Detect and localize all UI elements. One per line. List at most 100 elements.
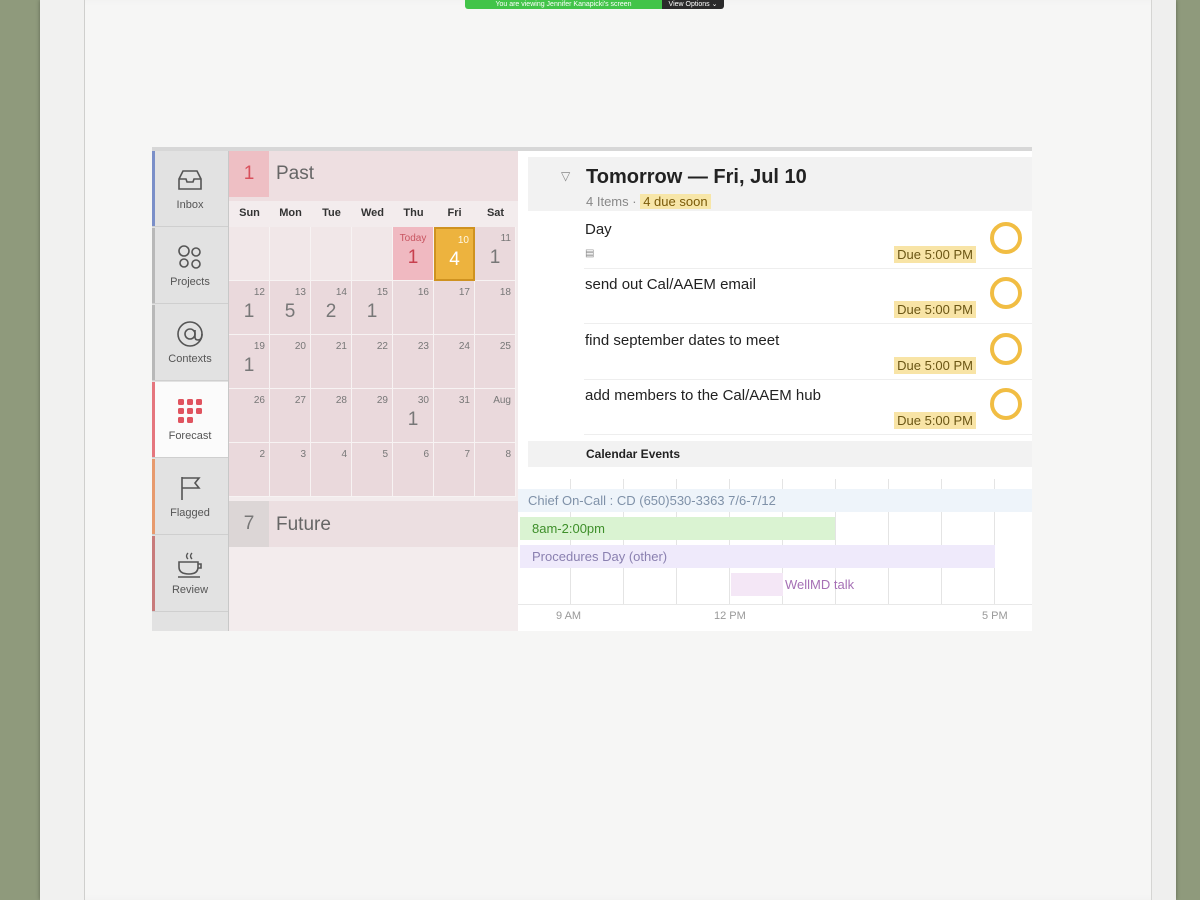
calendar-day[interactable]: 15 1 bbox=[352, 281, 393, 335]
sidebar-item-projects[interactable]: Projects bbox=[152, 228, 228, 304]
calendar-day[interactable]: Today 1 bbox=[393, 227, 434, 281]
task-name[interactable]: add members to the Cal/AAEM hub bbox=[585, 387, 821, 404]
calendar-day[interactable]: 30 1 bbox=[393, 389, 434, 443]
day-number: 3 bbox=[300, 449, 306, 460]
calendar-day[interactable]: Aug bbox=[475, 389, 516, 443]
calendar-day[interactable]: 8 bbox=[475, 443, 516, 497]
at-sign-icon bbox=[177, 321, 203, 347]
day-section-header[interactable]: ▽ Tomorrow — Fri, Jul 10 4 Items · 4 due… bbox=[528, 157, 1032, 211]
weekday-label: Wed bbox=[360, 207, 385, 219]
calendar-day[interactable]: 25 bbox=[475, 335, 516, 389]
task-checkbox[interactable] bbox=[990, 222, 1022, 254]
calendar-event[interactable]: Chief On-Call : CD (650)530-3363 7/6-7/1… bbox=[518, 489, 1032, 512]
calendar-day[interactable]: 24 bbox=[434, 335, 475, 389]
task-row[interactable]: send out Cal/AAEM email Due 5:00 PM bbox=[584, 268, 1032, 324]
calendar-day[interactable]: 22 bbox=[352, 335, 393, 389]
event-title: WellMD talk bbox=[785, 577, 855, 592]
calendar-day[interactable]: 12 1 bbox=[229, 281, 270, 335]
weekday-label: Tue bbox=[322, 207, 341, 219]
future-label: Future bbox=[276, 514, 331, 535]
calendar-day[interactable]: 17 bbox=[434, 281, 475, 335]
day-task-count: 2 bbox=[325, 301, 337, 322]
task-checkbox[interactable] bbox=[990, 277, 1022, 309]
day-number: 18 bbox=[499, 287, 511, 298]
view-options-button[interactable]: View Options ⌄ bbox=[662, 0, 724, 9]
day-task-count: 1 bbox=[407, 409, 419, 430]
task-name[interactable]: find september dates to meet bbox=[585, 332, 779, 349]
calendar-day[interactable]: 5 bbox=[352, 443, 393, 497]
task-name[interactable]: send out Cal/AAEM email bbox=[585, 276, 756, 293]
sidebar-item-label: Flagged bbox=[170, 507, 210, 519]
day-number: 10 bbox=[457, 235, 469, 246]
calendar-day[interactable]: 2 bbox=[229, 443, 270, 497]
day-number: 26 bbox=[253, 395, 265, 406]
calendar-day[interactable]: 11 1 bbox=[475, 227, 516, 281]
calendar-grid: Today 1 10 4 11 1 12 1 13 5 14 2 15 1 16 17 18 19 1 20 21 22 2… bbox=[229, 227, 518, 497]
calendar-day[interactable]: 4 bbox=[311, 443, 352, 497]
day-number: 4 bbox=[341, 449, 347, 460]
task-name[interactable]: Day bbox=[585, 221, 612, 238]
calendar-day[interactable]: 23 bbox=[393, 335, 434, 389]
future-row[interactable]: 7 Future bbox=[229, 501, 518, 547]
day-number: 12 bbox=[253, 287, 265, 298]
inbox-icon bbox=[178, 170, 202, 190]
calendar-day[interactable]: 20 bbox=[270, 335, 311, 389]
calendar-day[interactable]: 27 bbox=[270, 389, 311, 443]
forecast-task-list: ▽ Tomorrow — Fri, Jul 10 4 Items · 4 due… bbox=[518, 151, 1032, 631]
calendar-day[interactable]: 13 5 bbox=[270, 281, 311, 335]
note-icon[interactable]: ▤ bbox=[585, 248, 594, 259]
event-block bbox=[731, 573, 783, 596]
calendar-day[interactable]: 19 1 bbox=[229, 335, 270, 389]
sidebar-item-review[interactable]: Review bbox=[152, 536, 228, 612]
calendar-day[interactable]: 3 bbox=[270, 443, 311, 497]
calendar-day[interactable]: 16 bbox=[393, 281, 434, 335]
task-row[interactable]: add members to the Cal/AAEM hub Due 5:00… bbox=[584, 379, 1032, 435]
sidebar-color-bar bbox=[152, 382, 155, 457]
day-number: Today bbox=[399, 233, 427, 244]
disclosure-triangle-icon[interactable]: ▽ bbox=[561, 169, 570, 183]
day-task-count: 1 bbox=[243, 355, 255, 376]
calendar-event[interactable]: Procedures Day (other) bbox=[520, 545, 995, 568]
perspective-sidebar: Inbox Projects Contexts Forecast Flagged… bbox=[152, 151, 229, 631]
calendar-day[interactable]: 26 bbox=[229, 389, 270, 443]
flag-icon bbox=[181, 477, 201, 500]
due-soon-badge: 4 due soon bbox=[640, 194, 711, 209]
day-number: 23 bbox=[417, 341, 429, 352]
weekday-label: Sun bbox=[239, 207, 260, 219]
calendar-day-empty bbox=[270, 227, 311, 281]
calendar-day[interactable]: 31 bbox=[434, 389, 475, 443]
day-number: 19 bbox=[253, 341, 265, 352]
task-checkbox[interactable] bbox=[990, 333, 1022, 365]
calendar-event[interactable]: WellMD talk bbox=[731, 573, 891, 596]
projects-icon bbox=[178, 245, 201, 269]
task-row[interactable]: find september dates to meet Due 5:00 PM bbox=[584, 324, 1032, 380]
calendar-day[interactable]: 7 bbox=[434, 443, 475, 497]
sidebar-item-contexts[interactable]: Contexts bbox=[152, 305, 228, 381]
calendar-day[interactable]: 10 4 bbox=[434, 227, 475, 281]
calendar-day[interactable]: 28 bbox=[311, 389, 352, 443]
calendar-day[interactable]: 21 bbox=[311, 335, 352, 389]
task-row[interactable]: Day ▤ Due 5:00 PM bbox=[584, 213, 1032, 269]
task-due-date: Due 5:00 PM bbox=[894, 301, 976, 318]
calendar-day[interactable]: 29 bbox=[352, 389, 393, 443]
day-task-count: 1 bbox=[407, 247, 419, 268]
sidebar-item-flagged[interactable]: Flagged bbox=[152, 459, 228, 535]
day-task-count: 4 bbox=[449, 249, 460, 270]
sidebar-item-forecast[interactable]: Forecast bbox=[152, 382, 228, 458]
weekday-label: Mon bbox=[279, 207, 302, 219]
calendar-event[interactable]: 8am-2:00pm bbox=[520, 517, 835, 540]
calendar-day[interactable]: 18 bbox=[475, 281, 516, 335]
future-count: 7 bbox=[229, 501, 269, 547]
day-number: 8 bbox=[505, 449, 511, 460]
past-row[interactable]: 1 Past bbox=[229, 151, 518, 201]
calendar-day[interactable]: 6 bbox=[393, 443, 434, 497]
calendar-day[interactable]: 14 2 bbox=[311, 281, 352, 335]
task-checkbox[interactable] bbox=[990, 388, 1022, 420]
sidebar-color-bar bbox=[152, 459, 155, 534]
calendar-events-header[interactable]: Calendar Events bbox=[528, 441, 1032, 467]
sidebar-item-inbox[interactable]: Inbox bbox=[152, 151, 228, 227]
calendar-day-empty bbox=[229, 227, 270, 281]
day-number: Aug bbox=[493, 395, 511, 406]
sidebar-item-label: Inbox bbox=[176, 199, 204, 211]
task-due-date: Due 5:00 PM bbox=[894, 357, 976, 374]
